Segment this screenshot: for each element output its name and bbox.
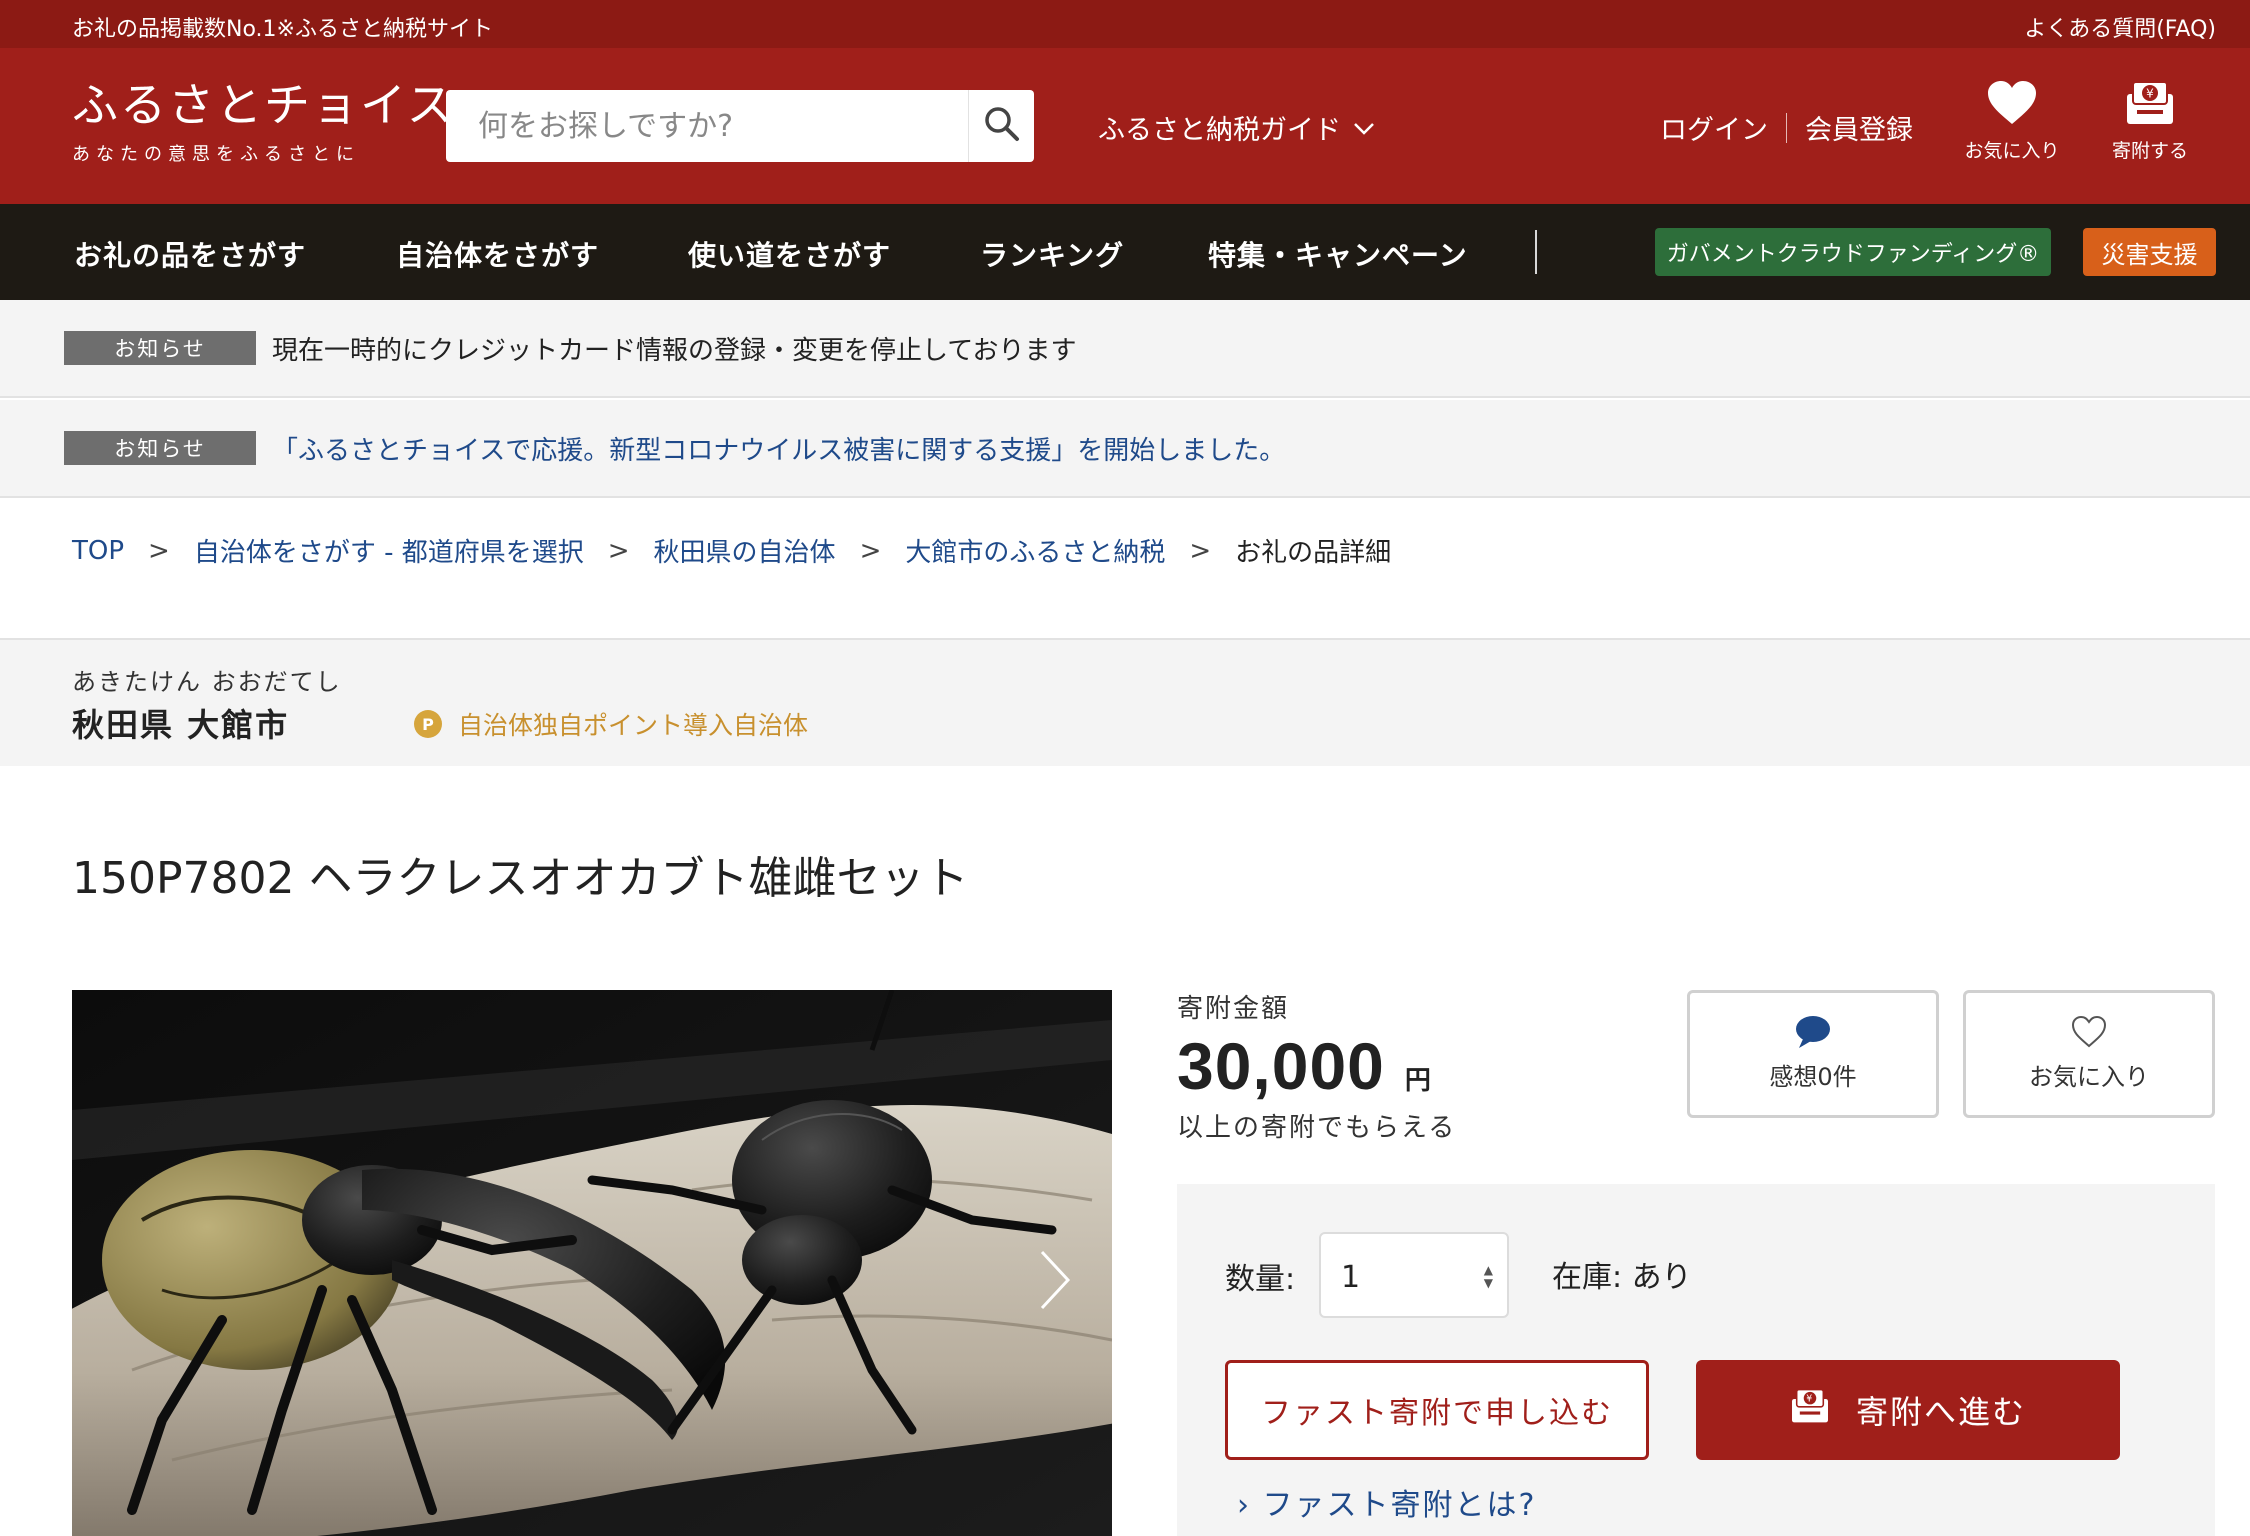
nav-item-uses[interactable]: 使い道をさがす — [688, 234, 891, 274]
favorite-button[interactable]: お気に入り — [1963, 990, 2215, 1118]
point-icon: P — [414, 710, 442, 738]
favorites-label: お気に入り — [1964, 140, 2060, 162]
breadcrumb-separator: > — [859, 535, 882, 566]
quantity-label: 数量: — [1225, 1262, 1296, 1297]
donate-box-icon: ¥ — [1790, 1388, 1856, 1432]
purchase-panel: 数量: 1 ▲ ▼ 在庫: あり ファスト寄附で申し込む ¥ 寄附へ進む › ファ… — [1177, 1184, 2215, 1536]
donation-amount: 寄附金額 30,000 円 以上の寄附でもらえる — [1177, 988, 1456, 1144]
nav-divider — [1535, 230, 1537, 274]
login-link[interactable]: ログイン — [1660, 108, 1768, 147]
breadcrumb: TOP > 自治体をさがす - 都道府県を選択 > 秋田県の自治体 > 大館市の… — [72, 532, 1391, 569]
updown-arrow-icon: ▲ ▼ — [1483, 1263, 1493, 1290]
notice-label: お知らせ — [64, 431, 256, 465]
nav-item-ranking[interactable]: ランキング — [980, 234, 1124, 274]
donate-label: 寄附する — [2111, 140, 2188, 162]
site-header: ふるさとチョイス あなたの意思をふるさとに ふるさと納税ガイド ログイン 会員登… — [0, 48, 2250, 204]
stock-status: 在庫: あり — [1552, 1260, 1692, 1295]
notice-text: 現在一時的にクレジットカード情報の登録・変更を停止しております — [272, 336, 1077, 366]
breadcrumb-separator: > — [148, 535, 170, 566]
proceed-donate-label: 寄附へ進む — [1855, 1393, 2026, 1431]
main-nav: お礼の品をさがす 自治体をさがす 使い道をさがす ランキング 特集・キャンペーン… — [0, 204, 2250, 300]
amount-sub: 以上の寄附でもらえる — [1177, 1113, 1457, 1143]
notice-link[interactable]: 「ふるさとチョイスで応援。新型コロナウイルス被害に関する支援」を開始しました。 — [272, 430, 1285, 467]
site-tagline: お礼の品掲載数No.1※ふるさと納税サイト — [72, 17, 493, 42]
amount-label: 寄附金額 — [1177, 994, 1290, 1024]
point-badge: P 自治体独自ポイント導入自治体 — [414, 706, 808, 742]
breadcrumb-top[interactable]: TOP — [72, 536, 124, 566]
top-strip: お礼の品掲載数No.1※ふるさと納税サイト よくある質問(FAQ) — [0, 0, 2250, 48]
search-button[interactable] — [968, 90, 1034, 162]
search-box — [446, 90, 1034, 162]
gcf-button[interactable]: ガバメントクラウドファンディング® — [1655, 228, 2051, 276]
breadcrumb-odate[interactable]: 大館市のふるさと納税 — [905, 532, 1165, 569]
beetle-photo — [72, 990, 1112, 1536]
breadcrumb-separator: > — [1189, 535, 1212, 566]
amount-value: 30,000 — [1177, 1029, 1385, 1103]
quantity-value: 1 — [1341, 1260, 1361, 1295]
breadcrumb-current: お礼の品詳細 — [1235, 538, 1392, 568]
guide-label: ふるさと納税ガイド — [1098, 115, 1341, 146]
fast-donate-button[interactable]: ファスト寄附で申し込む — [1225, 1360, 1649, 1460]
svg-text:¥: ¥ — [2146, 87, 2154, 101]
search-icon — [983, 105, 1021, 147]
nav-item-features[interactable]: 特集・キャンペーン — [1208, 234, 1468, 274]
heart-outline-icon — [1966, 1015, 2212, 1049]
header-donate-button[interactable]: ¥ 寄附する — [2098, 80, 2202, 163]
faq-link[interactable]: よくある質問(FAQ) — [2024, 11, 2216, 43]
notice-label: お知らせ — [64, 331, 256, 365]
review-button[interactable]: 感想0件 — [1687, 990, 1939, 1118]
nav-item-municipalities[interactable]: 自治体をさがす — [396, 234, 599, 274]
amount-yen: 円 — [1404, 1066, 1431, 1096]
speech-bubble-icon — [1690, 1015, 1936, 1049]
point-label: 自治体独自ポイント導入自治体 — [458, 711, 809, 740]
fast-donate-label: ファスト寄附で申し込む — [1261, 1396, 1613, 1431]
guide-dropdown[interactable]: ふるさと納税ガイド — [1098, 108, 1375, 147]
notice-bar: お知らせ 現在一時的にクレジットカード情報の登録・変更を停止しております — [0, 300, 2250, 398]
nav-item-gifts[interactable]: お礼の品をさがす — [74, 234, 306, 274]
divider — [1786, 112, 1787, 143]
heart-icon — [1960, 80, 2064, 126]
register-link[interactable]: 会員登録 — [1805, 108, 1913, 147]
logo-sub-text: あなたの意思をふるさとに — [72, 144, 360, 165]
product-title: 150P7802 ヘラクレスオオカブト雄雌セット — [72, 853, 969, 904]
site-logo[interactable]: ふるさとチョイス あなたの意思をふるさとに — [72, 82, 455, 166]
search-input[interactable] — [446, 90, 954, 162]
fast-donate-info-link[interactable]: › ファスト寄附とは? — [1237, 1480, 1536, 1524]
quantity-select[interactable]: 1 ▲ ▼ — [1319, 1232, 1509, 1318]
municipality-kana: あきたけん おおだてし — [72, 668, 342, 696]
donate-box-icon: ¥ — [2098, 80, 2202, 126]
product-image[interactable] — [72, 990, 1112, 1536]
municipality-header: あきたけん おおだてし 秋田県 大館市 P 自治体独自ポイント導入自治体 — [0, 638, 2250, 766]
chevron-down-icon — [1353, 112, 1375, 143]
proceed-donate-button[interactable]: ¥ 寄附へ進む — [1696, 1360, 2120, 1460]
breadcrumb-akita[interactable]: 秋田県の自治体 — [654, 532, 836, 569]
notice-bar: お知らせ 「ふるさとチョイスで応援。新型コロナウイルス被害に関する支援」を開始し… — [0, 400, 2250, 498]
header-favorites-button[interactable]: お気に入り — [1960, 80, 2064, 163]
breadcrumb-separator: > — [607, 535, 630, 566]
review-label: 感想0件 — [1769, 1063, 1857, 1091]
favorite-label: お気に入り — [2029, 1063, 2149, 1091]
svg-text:¥: ¥ — [1806, 1394, 1814, 1405]
logo-main-text: ふるさとチョイス — [72, 78, 455, 132]
municipality-name[interactable]: 秋田県 大館市 — [72, 700, 289, 746]
breadcrumb-prefecture-select[interactable]: 自治体をさがす - 都道府県を選択 — [194, 532, 584, 569]
account-links: ログイン 会員登録 — [1660, 108, 1913, 147]
disaster-support-button[interactable]: 災害支援 — [2083, 228, 2216, 276]
